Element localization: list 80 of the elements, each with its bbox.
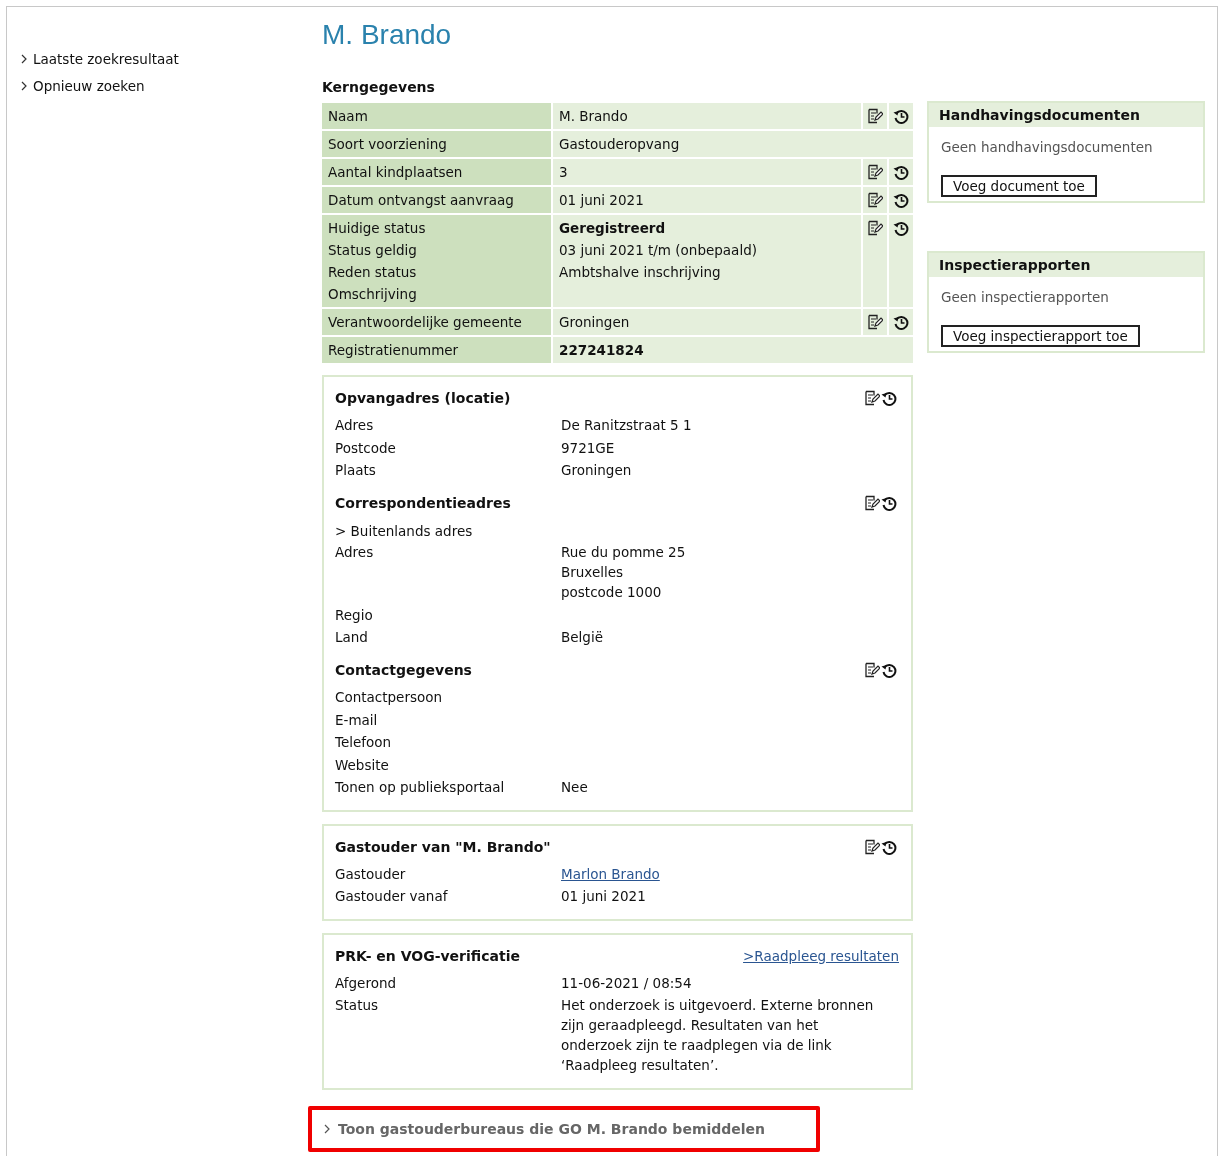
add-button[interactable]: Voeg inspectierapport toe	[941, 325, 1140, 347]
empty-message: Geen inspectierapporten	[941, 289, 1110, 305]
edit-icon[interactable]	[867, 164, 883, 181]
foreign-address-note: > Buitenlands adres	[335, 522, 474, 542]
field-value: België	[561, 628, 604, 648]
edit-icon[interactable]	[864, 662, 880, 679]
history-icon[interactable]	[893, 108, 909, 125]
field-label: Contactpersoon	[335, 688, 444, 708]
field-value: 01 juni 2021	[561, 887, 647, 907]
field-value: Het onderzoek is uitgevoerd. Externe bronnen zijn geraadpleegd. Resultaten van het onderzoek zijn te raadplegen via de link ‘Raadpleeg resultaten’.	[561, 996, 875, 1076]
chevron-icon	[324, 1123, 330, 1134]
field-label: Telefoon	[335, 733, 393, 753]
label-cell: Datum ontvangst aanvraag	[322, 187, 551, 214]
edit-icon[interactable]	[864, 495, 880, 512]
field-label: Status	[335, 996, 380, 1016]
expand-link[interactable]: Toon gastouderbureaus die GO M. Brando bemiddelen	[324, 1120, 804, 1137]
edit-icon[interactable]	[867, 192, 883, 209]
history-icon[interactable]	[893, 192, 909, 209]
panel-heading: Inspectierapporten	[929, 253, 1203, 277]
person-link[interactable]: Marlon Brando	[561, 865, 660, 882]
value-cell: Groningen	[553, 309, 861, 336]
label-cell: Aantal kindplaatsen	[322, 159, 551, 186]
label-cell: Naam	[322, 103, 551, 130]
history-icon[interactable]	[893, 164, 909, 181]
field-value: 11-06-2021 / 08:54	[561, 973, 693, 993]
value-cell: M. Brando	[553, 103, 861, 130]
history-icon[interactable]	[893, 314, 909, 331]
group-heading: Gastouder van "M. Brando"	[335, 838, 552, 855]
value-cell: 3	[553, 159, 861, 186]
history-icon[interactable]	[881, 495, 897, 512]
field-label: Postcode	[335, 438, 397, 458]
field-value: 9721GE	[561, 438, 616, 458]
chevron-icon	[21, 81, 27, 91]
field-label: Gastouder	[335, 864, 407, 884]
field-label: Adres	[335, 416, 375, 436]
section-heading: Kerngegevens	[322, 79, 436, 96]
page-title: M. Brando	[322, 18, 453, 52]
field-label: Afgerond	[335, 973, 398, 993]
history-icon[interactable]	[893, 220, 909, 237]
edit-icon[interactable]	[864, 390, 880, 407]
sidebar-link[interactable]: Opnieuw zoeken	[21, 78, 307, 94]
add-button[interactable]: Voeg document toe	[941, 175, 1097, 197]
value-cell: Gastouderopvang	[553, 131, 913, 158]
empty-message: Geen handhavingsdocumenten	[941, 139, 1154, 155]
history-icon[interactable]	[881, 662, 897, 679]
field-value: De Ranitzstraat 5 1	[561, 416, 693, 436]
sidebar-link[interactable]: Laatste zoekresultaat	[21, 51, 307, 67]
label-cell: Huidige status Status geldig Reden status Omschrijving	[322, 215, 551, 308]
value-cell: Geregistreerd 03 juni 2021 t/m (onbepaald) Ambtshalve inschrijving	[553, 215, 861, 308]
field-value: Groningen	[561, 461, 633, 481]
history-icon[interactable]	[881, 838, 897, 855]
group-heading: Contactgegevens	[335, 662, 473, 679]
field-value: Bruxelles	[561, 563, 625, 583]
field-label: E-mail	[335, 710, 379, 730]
edit-icon[interactable]	[867, 314, 883, 331]
field-label: Plaats	[335, 461, 377, 481]
field-label: Adres	[335, 543, 375, 563]
label-cell: Soort voorziening	[322, 131, 551, 158]
value-cell: 01 juni 2021	[553, 187, 861, 214]
chevron-icon	[21, 54, 27, 64]
field-label: Tonen op publieksportaal	[335, 778, 506, 798]
field-label: Gastouder vanaf	[335, 887, 449, 907]
value-cell: 227241824	[553, 337, 913, 364]
results-link[interactable]: >Raadpleeg resultaten	[743, 947, 899, 964]
history-icon[interactable]	[881, 390, 897, 407]
group-heading: Opvangadres (locatie)	[335, 390, 512, 407]
group-heading: Correspondentieadres	[335, 495, 512, 512]
label-cell: Verantwoordelijke gemeente	[322, 309, 551, 336]
panel-heading: Handhavingsdocumenten	[929, 103, 1203, 127]
field-value: postcode 1000	[561, 583, 663, 603]
field-value: Nee	[561, 778, 589, 798]
field-value: Rue du pomme 25	[561, 543, 687, 563]
field-label: Website	[335, 755, 390, 775]
field-label: Land	[335, 628, 369, 648]
edit-icon[interactable]	[864, 838, 880, 855]
group-heading: PRK- en VOG-verificatie	[335, 947, 521, 964]
field-label: Regio	[335, 605, 374, 625]
edit-icon[interactable]	[867, 220, 883, 237]
label-cell: Registratienummer	[322, 337, 551, 364]
edit-icon[interactable]	[867, 108, 883, 125]
